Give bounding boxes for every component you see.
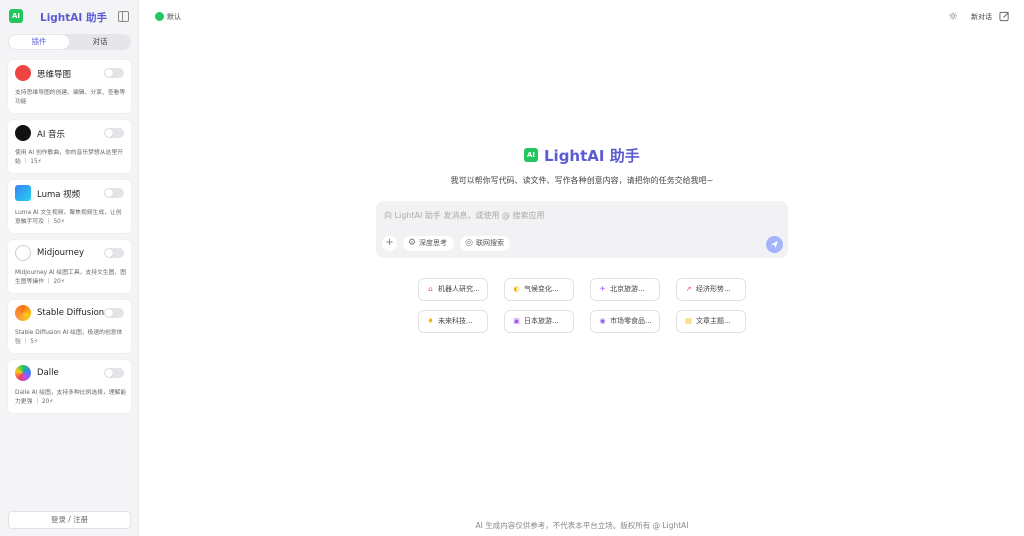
suggestion-chip[interactable]: ↗ 经济形势... (676, 278, 746, 301)
plugin-desc: Luma AI 文生视频，聚焦视频生成，让创意触手可及 ｜ 50⚡ (15, 210, 122, 225)
plugin-card-music[interactable]: AI 音乐 使用 AI 创作歌曲，你的音乐梦想从这里开始 ｜ 15⚡ (8, 120, 131, 173)
suggestion-chip[interactable]: ✈ 北京旅游... (590, 278, 660, 301)
suggestion-label: 经济形势... (696, 285, 731, 293)
suggestion-chip[interactable]: ◉ 市场零食品... (590, 310, 660, 333)
plugin-card-stable-diffusion[interactable]: Stable Diffusion Stable Diffusion AI 绘图，… (8, 300, 131, 353)
suggestion-label: 文章主题... (696, 317, 731, 325)
plugin-desc: Midjourney AI 绘图工具，支持文生图、图生图等操作 ｜ 20⚡ (15, 270, 126, 285)
send-icon (770, 240, 779, 249)
robot-icon: ⌂ (428, 285, 433, 293)
deep-think-toggle[interactable]: ⚙ 深度思考 (403, 236, 454, 251)
sidebar-tab-switch: 插件 对话 (8, 34, 131, 50)
deep-think-label: 深度思考 (419, 239, 447, 247)
plugin-card-midjourney[interactable]: Midjourney Midjourney AI 绘图工具，支持文生图、图生图等… (8, 240, 131, 293)
edit-icon (999, 11, 1009, 22)
suggestion-label: 日本旅游... (524, 317, 559, 325)
calendar-icon: ▣ (513, 317, 520, 325)
plugin-card-mindmap[interactable]: 思维导图 支持思维导图的创建、编辑、分享、查看等功能 (8, 60, 131, 113)
status-dot-icon (155, 12, 164, 21)
globe-icon: ◎ (465, 238, 473, 248)
plugin-name: Luma 视频 (37, 190, 81, 200)
suggestion-label: 机器人研究... (438, 285, 480, 293)
web-search-label: 联网搜索 (476, 239, 504, 247)
plugin-desc: Dalle AI 绘图，支持多种比例选择，理解能力更强 ｜ 20⚡ (15, 390, 127, 405)
hero-title: LightAI 助手 (544, 147, 640, 165)
plugin-toggle[interactable] (104, 248, 124, 258)
plugin-name: AI 音乐 (37, 130, 66, 140)
new-chat-label: 新对话 (971, 13, 992, 21)
plugin-toggle[interactable] (104, 128, 124, 138)
sidebar-header: AI LightAI 助手 (8, 9, 132, 25)
status-label: 默认 (167, 13, 181, 21)
message-composer: + ⚙ 深度思考 ◎ 联网搜索 (376, 201, 788, 258)
tab-plugins[interactable]: 插件 (9, 35, 69, 49)
send-button[interactable] (766, 236, 783, 253)
climate-icon: ◐ (513, 285, 520, 293)
suggestion-label: 市场零食品... (610, 317, 652, 325)
chart-icon: ↗ (685, 285, 692, 293)
suggestion-chip[interactable]: ♦ 未来科技... (418, 310, 488, 333)
plugin-toggle[interactable] (104, 368, 124, 378)
message-input[interactable] (384, 208, 774, 222)
plugin-toggle[interactable] (104, 68, 124, 78)
suggestion-label: 北京旅游... (610, 285, 645, 293)
music-icon (15, 125, 31, 141)
sidebar-collapse-icon[interactable] (118, 11, 129, 22)
plugin-toggle[interactable] (104, 188, 124, 198)
theme-toggle-icon[interactable]: ☼ (947, 11, 959, 23)
suggestion-chip[interactable]: ▣ 日本旅游... (504, 310, 574, 333)
bag-icon: ◉ (599, 317, 606, 325)
plugin-name: Midjourney (37, 248, 85, 258)
app-title: LightAI 助手 (40, 12, 107, 24)
plugin-card-luma[interactable]: Luma 视频 Luma AI 文生视频，聚焦视频生成，让创意触手可及 ｜ 50… (8, 180, 131, 233)
plugin-card-dalle[interactable]: Dalle Dalle AI 绘图，支持多种比例选择，理解能力更强 ｜ 20⚡ (8, 360, 131, 413)
suggestion-chip[interactable]: ▤ 文章主题... (676, 310, 746, 333)
plugin-desc: 支持思维导图的创建、编辑、分享、查看等功能 (15, 90, 126, 105)
plugin-desc: Stable Diffusion AI 绘图，极速的创意体验 ｜ 5⚡ (15, 330, 123, 345)
hero-logo: AI (524, 148, 538, 162)
login-button[interactable]: 登录 / 注册 (8, 511, 131, 529)
suggestion-chip[interactable]: ⌂ 机器人研究... (418, 278, 488, 301)
plugin-name: Stable Diffusion (37, 308, 105, 318)
plugin-name: Dalle (37, 368, 59, 378)
footer-disclaimer: AI 生成内容仅供参考，不代表本平台立场。版权所有 @ LightAI (475, 521, 689, 530)
midjourney-icon (15, 245, 31, 261)
luma-icon (15, 185, 31, 201)
plugin-toggle[interactable] (104, 308, 124, 318)
stable-diffusion-icon (15, 305, 31, 321)
travel-icon: ✈ (599, 285, 606, 293)
hero-subtitle: 我可以帮你写代码、读文件、写作各种创意内容，请把你的任务交给我吧~ (450, 176, 714, 185)
note-icon: ▤ (685, 317, 692, 325)
bulb-icon: ♦ (427, 317, 434, 325)
app-logo: AI (9, 9, 23, 23)
plugin-name: 思维导图 (37, 70, 72, 80)
sidebar: AI LightAI 助手 插件 对话 思维导图 支持思维导图的创建、编辑、分享… (0, 0, 139, 536)
web-search-toggle[interactable]: ◎ 联网搜索 (460, 236, 510, 251)
tab-conversations[interactable]: 对话 (70, 35, 130, 49)
gear-icon: ⚙ (407, 238, 417, 248)
mindmap-icon (15, 65, 31, 81)
add-attachment-button[interactable]: + (382, 236, 397, 251)
suggestion-label: 未来科技... (438, 317, 473, 325)
suggestion-chip[interactable]: ◐ 气候变化... (504, 278, 574, 301)
suggestion-label: 气候变化... (524, 285, 559, 293)
plugin-desc: 使用 AI 创作歌曲，你的音乐梦想从这里开始 ｜ 15⚡ (15, 150, 123, 165)
dalle-icon (15, 365, 31, 381)
